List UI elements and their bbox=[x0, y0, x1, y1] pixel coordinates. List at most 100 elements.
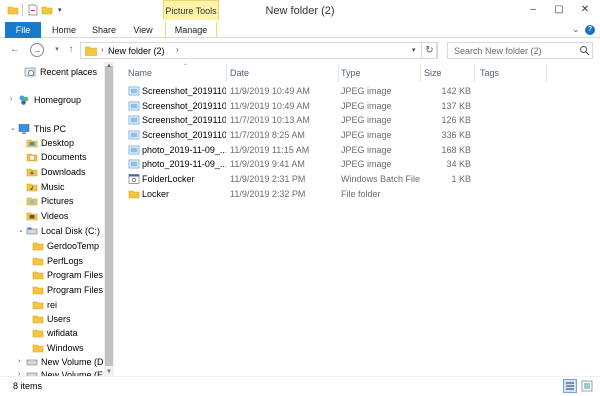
tab-manage[interactable]: Manage bbox=[165, 22, 217, 38]
quick-access-separator bbox=[22, 4, 23, 16]
column-header-size[interactable]: Size bbox=[424, 62, 474, 84]
column-divider[interactable] bbox=[474, 64, 475, 82]
table-row[interactable]: Screenshot_2019110... 11/7/2019 8:25 AM … bbox=[118, 128, 600, 142]
column-divider[interactable] bbox=[546, 64, 547, 82]
sidebar-item-desktop[interactable]: Desktop bbox=[0, 136, 104, 150]
maximize-button[interactable]: ▢ bbox=[552, 3, 566, 17]
column-divider[interactable] bbox=[226, 64, 227, 82]
sidebar-item-downloads[interactable]: Downloads bbox=[0, 165, 104, 179]
table-row[interactable]: photo_2019-11-09_... 11/9/2019 9:41 AM J… bbox=[118, 157, 600, 171]
table-row[interactable]: Screenshot_2019110... 11/9/2019 10:49 AM… bbox=[118, 84, 600, 98]
file-date: 11/7/2019 8:25 AM bbox=[230, 130, 305, 140]
sidebar-item-recent-places[interactable]: Recent places bbox=[0, 65, 104, 79]
expand-icon[interactable]: › bbox=[18, 368, 20, 376]
file-name: Screenshot_2019110... bbox=[142, 101, 226, 111]
help-icon[interactable]: ? bbox=[585, 25, 595, 35]
expand-ribbon-icon[interactable]: ⌄ bbox=[572, 24, 580, 35]
large-icons-view-icon[interactable] bbox=[581, 380, 593, 392]
sidebar-item-this-pc[interactable]: ⌄ This PC bbox=[0, 122, 104, 136]
file-type: JPEG image bbox=[341, 130, 392, 140]
tab-file[interactable]: File bbox=[5, 22, 41, 38]
collapse-icon[interactable]: ⌄ bbox=[18, 224, 24, 238]
up-button[interactable]: ↑ bbox=[64, 43, 78, 57]
file-size: 336 KB bbox=[441, 130, 471, 140]
file-type: JPEG image bbox=[341, 159, 392, 169]
properties-icon[interactable] bbox=[27, 4, 39, 16]
sidebar-item-local-disk-c[interactable]: ⌄ Local Disk (C:) bbox=[0, 224, 104, 238]
expand-icon[interactable]: › bbox=[10, 93, 12, 107]
breadcrumb-chevron-icon[interactable]: › bbox=[101, 45, 104, 54]
table-row[interactable]: Locker 11/9/2019 2:32 PM File folder bbox=[118, 187, 600, 201]
sidebar-item-label: Desktop bbox=[41, 138, 75, 148]
folder-icon bbox=[32, 315, 44, 324]
folder-icon bbox=[32, 329, 44, 338]
sidebar-item-pictures[interactable]: Pictures bbox=[0, 194, 104, 208]
expand-icon[interactable]: › bbox=[18, 355, 20, 369]
ribbon-tabs: File Home Share View Manage ⌄ ? bbox=[0, 22, 600, 38]
window-title: New folder (2) bbox=[265, 5, 335, 17]
address-dropdown-icon[interactable]: ▾ bbox=[412, 46, 416, 54]
minimize-button[interactable]: – bbox=[526, 3, 540, 17]
sidebar-item-gerdootemp[interactable]: GerdooTemp bbox=[0, 239, 104, 253]
sidebar-item-documents[interactable]: Documents bbox=[0, 150, 104, 164]
sidebar-item-rei[interactable]: rei bbox=[0, 298, 104, 312]
sidebar-scrollbar-thumb[interactable] bbox=[105, 66, 113, 366]
address-bar[interactable]: › New folder (2) › ▾ bbox=[80, 42, 437, 59]
search-input[interactable]: Search New folder (2) bbox=[447, 42, 593, 59]
tab-share[interactable]: Share bbox=[86, 22, 122, 38]
back-button[interactable]: ← bbox=[8, 43, 22, 57]
sidebar-item-new-volume-d[interactable]: › New Volume (D:) bbox=[0, 355, 109, 369]
homegroup-icon bbox=[19, 95, 29, 105]
refresh-button[interactable]: ↻ bbox=[421, 42, 438, 59]
sidebar-item-new-volume-e[interactable]: › New Volume (E:) bbox=[0, 368, 109, 376]
file-date: 11/9/2019 11:15 AM bbox=[230, 145, 310, 155]
file-name: photo_2019-11-09_... bbox=[142, 145, 226, 155]
sidebar-item-label: Documents bbox=[41, 152, 87, 162]
file-type: File folder bbox=[341, 189, 381, 199]
column-header-type[interactable]: Type bbox=[341, 62, 421, 84]
sidebar-item-label: Pictures bbox=[41, 196, 74, 206]
column-header-tags[interactable]: Tags bbox=[480, 62, 540, 84]
tab-view[interactable]: View bbox=[125, 22, 161, 38]
sidebar-item-program-files[interactable]: Program Files bbox=[0, 268, 104, 282]
sidebar-item-label: Windows bbox=[47, 343, 84, 353]
sidebar-item-users[interactable]: Users bbox=[0, 312, 104, 326]
table-row[interactable]: Screenshot_2019110... 11/9/2019 10:49 AM… bbox=[118, 99, 600, 113]
column-divider[interactable] bbox=[420, 64, 421, 82]
breadcrumb-current[interactable]: New folder (2) bbox=[108, 46, 165, 56]
sidebar-item-program-files-x86[interactable]: Program Files ( bbox=[0, 283, 109, 297]
scroll-down-icon[interactable]: ▼ bbox=[104, 368, 114, 376]
close-button[interactable]: ✕ bbox=[578, 3, 592, 17]
collapse-icon[interactable]: ⌄ bbox=[10, 122, 16, 136]
scroll-up-icon[interactable]: ▲ bbox=[104, 62, 114, 70]
forward-button[interactable]: → bbox=[30, 43, 44, 57]
details-view-button[interactable] bbox=[563, 379, 577, 393]
tab-home[interactable]: Home bbox=[46, 22, 82, 38]
sidebar-item-label: GerdooTemp bbox=[47, 241, 100, 251]
new-folder-icon[interactable] bbox=[41, 4, 53, 16]
table-row[interactable]: photo_2019-11-09_... 11/9/2019 11:15 AM … bbox=[118, 143, 600, 157]
file-date: 11/9/2019 2:32 PM bbox=[230, 189, 306, 199]
recent-locations-icon[interactable]: ▾ bbox=[50, 43, 64, 57]
sidebar-item-perflogs[interactable]: PerfLogs bbox=[0, 254, 104, 268]
sidebar-item-windows[interactable]: Windows bbox=[0, 341, 104, 355]
file-size: 126 KB bbox=[441, 115, 471, 125]
search-icon[interactable] bbox=[579, 45, 590, 56]
sidebar-item-wifidata[interactable]: wifidata bbox=[0, 326, 104, 340]
sidebar-item-music[interactable]: Music bbox=[0, 180, 104, 194]
customize-quick-access-icon[interactable]: ▾ bbox=[58, 6, 62, 14]
file-size: 137 KB bbox=[441, 101, 471, 111]
drive-icon bbox=[26, 227, 38, 235]
breadcrumb-chevron-icon[interactable]: › bbox=[176, 45, 179, 54]
table-row[interactable]: FolderLocker 11/9/2019 2:31 PM Windows B… bbox=[118, 172, 600, 186]
table-row[interactable]: Screenshot_2019110... 11/7/2019 10:13 AM… bbox=[118, 113, 600, 127]
column-header-date[interactable]: Date bbox=[230, 62, 334, 84]
details-view-icon bbox=[566, 382, 574, 390]
column-divider[interactable] bbox=[338, 64, 339, 82]
sidebar-item-homegroup[interactable]: › Homegroup bbox=[0, 93, 104, 107]
column-header-name[interactable]: ⌃ Name bbox=[128, 62, 226, 84]
sidebar-item-label: New Volume (D:) bbox=[41, 357, 110, 367]
pictures-icon bbox=[26, 197, 38, 206]
folder-icon[interactable] bbox=[7, 4, 19, 16]
sidebar-item-videos[interactable]: Videos bbox=[0, 209, 104, 223]
